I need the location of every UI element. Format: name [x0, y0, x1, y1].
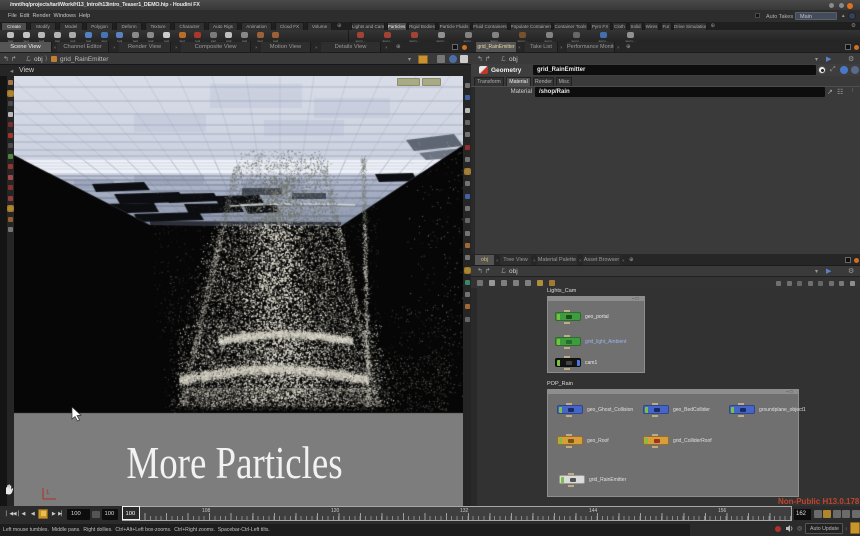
svg-text:1: 1 — [46, 490, 50, 496]
